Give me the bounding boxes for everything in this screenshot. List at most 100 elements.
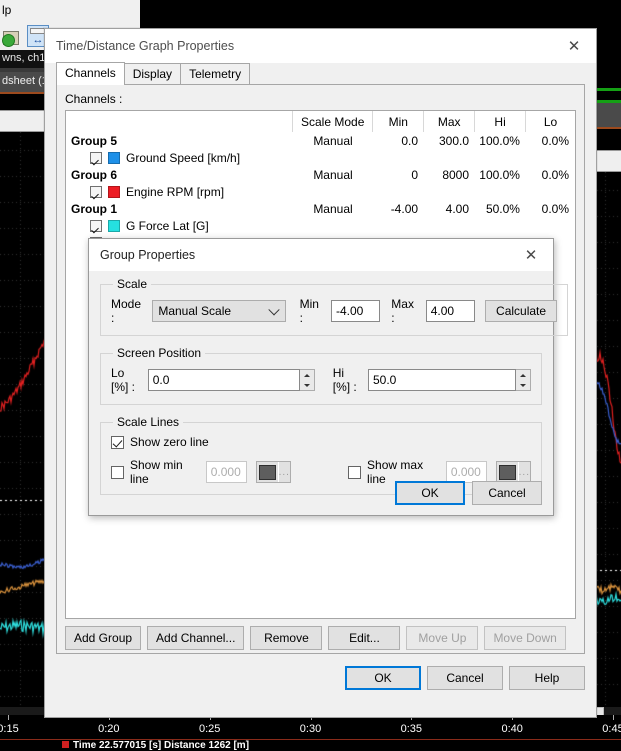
add-group-button[interactable]: Add Group	[65, 626, 142, 650]
table-row[interactable]: Group 1 Manual -4.00 4.00 50.0% 0.0%	[66, 200, 575, 217]
max-line-color-button[interactable]: ...	[495, 461, 531, 483]
min-line-value[interactable]: 0.000	[205, 461, 247, 483]
ok-button[interactable]: OK	[345, 666, 421, 690]
move-up-button: Move Up	[406, 626, 479, 650]
column-header-lo[interactable]: Lo	[526, 111, 575, 132]
column-header-min[interactable]: Min	[373, 111, 425, 132]
spinner-up-icon[interactable]	[300, 370, 314, 380]
tab-strip[interactable]: Channels Display Telemetry	[56, 62, 585, 85]
show-zero-line-row[interactable]: Show zero line	[111, 435, 531, 449]
channel-checkbox[interactable]	[90, 219, 102, 232]
lo-stepper[interactable]: 0.0	[147, 369, 315, 391]
remove-button[interactable]: Remove	[250, 626, 323, 650]
show-min-line-checkbox[interactable]	[111, 465, 124, 479]
group-max: 4.00	[445, 201, 470, 216]
min-line-color-swatch	[258, 464, 276, 480]
group-close-icon[interactable]: ✕	[509, 240, 553, 270]
group-cancel-button[interactable]: Cancel	[472, 481, 542, 505]
group-dialog-title: Group Properties	[100, 248, 196, 262]
group-dialog-title-bar[interactable]: Group Properties ✕	[89, 239, 553, 271]
dialog-title: Time/Distance Graph Properties	[56, 39, 235, 53]
group-name: Group 6	[71, 167, 118, 182]
time-axis-tick-mark	[8, 715, 9, 720]
max-input[interactable]: 4.00	[425, 300, 476, 322]
tab-channels[interactable]: Channels	[56, 62, 125, 85]
dialog-title-bar[interactable]: Time/Distance Graph Properties ✕	[45, 29, 596, 63]
background-sheet-label: dsheet (1	[2, 75, 48, 87]
lo-spinner[interactable]	[299, 369, 315, 391]
group-scale-mode: Manual	[313, 167, 353, 182]
group-max: 8000	[442, 167, 470, 182]
column-header-scale-mode[interactable]: Scale Mode	[293, 111, 374, 132]
list-item[interactable]: Ground Speed [km/h]	[66, 149, 575, 166]
group-dialog-buttons: OK Cancel	[395, 481, 542, 505]
max-label: Max :	[391, 297, 414, 325]
channel-name: Ground Speed [km/h]	[126, 150, 241, 165]
group-lo: 0.0%	[541, 167, 569, 182]
group-min: -4.00	[390, 201, 419, 216]
menu-bar[interactable]: lp	[0, 0, 140, 22]
group-name: Group 1	[71, 201, 118, 216]
group-min: 0	[411, 167, 419, 182]
group-scale-mode: Manual	[313, 133, 353, 148]
time-axis-tick-mark	[613, 715, 614, 720]
min-line-color-ellipsis: ...	[277, 462, 290, 482]
grid-action-buttons: Add Group Add Channel... Remove Edit... …	[65, 626, 576, 650]
min-input[interactable]: -4.00	[330, 300, 381, 322]
channel-color-swatch[interactable]	[108, 185, 120, 198]
close-icon[interactable]: ✕	[552, 31, 596, 61]
screen-position-group: Screen Position Lo [%] : 0.0 Hi [%] : 50…	[100, 346, 542, 405]
channel-checkbox[interactable]	[90, 151, 102, 164]
hi-label: Hi [%] :	[332, 366, 357, 394]
legend-color-swatch	[62, 741, 69, 748]
cancel-button[interactable]: Cancel	[427, 666, 503, 690]
show-zero-line-checkbox[interactable]	[111, 435, 124, 449]
max-line-value[interactable]: 0.000	[445, 461, 487, 483]
add-channel-button[interactable]: Add Channel...	[147, 626, 245, 650]
cursor-readout-text: Time 22.577015 [s] Distance 1262 [m]	[73, 740, 250, 751]
column-header-max[interactable]: Max	[424, 111, 476, 132]
grid-header-row: Scale Mode Min Max Hi Lo	[66, 111, 575, 132]
group-lo: 0.0%	[541, 133, 569, 148]
column-header-hi[interactable]: Hi	[475, 111, 527, 132]
calculate-button[interactable]: Calculate	[485, 300, 558, 322]
tab-telemetry[interactable]: Telemetry	[180, 63, 251, 85]
lo-input[interactable]: 0.0	[147, 369, 300, 391]
show-max-line-checkbox[interactable]	[348, 465, 362, 479]
tab-display[interactable]: Display	[123, 63, 182, 85]
edit-button[interactable]: Edit...	[328, 626, 401, 650]
group-hi: 100.0%	[479, 167, 520, 182]
group-hi: 50.0%	[485, 201, 520, 216]
mode-select[interactable]: Manual Scale	[152, 300, 286, 322]
time-axis-tick: 0:30	[299, 723, 322, 735]
min-line-color-button[interactable]: ...	[255, 461, 291, 483]
spinner-up-icon[interactable]	[516, 370, 530, 380]
help-button[interactable]: Help	[509, 666, 585, 690]
hi-input[interactable]: 50.0	[368, 369, 516, 391]
channel-color-swatch[interactable]	[108, 151, 120, 164]
hi-spinner[interactable]	[516, 369, 531, 391]
min-label: Min :	[299, 297, 319, 325]
table-row[interactable]: Group 5 Manual 0.0 300.0 100.0% 0.0%	[66, 132, 575, 149]
open-green-check-icon[interactable]	[2, 25, 24, 47]
group-ok-button[interactable]: OK	[395, 481, 465, 505]
column-header-name[interactable]	[66, 111, 294, 132]
list-item[interactable]: Engine RPM [rpm]	[66, 183, 575, 200]
lo-label: Lo [%] :	[111, 366, 136, 394]
time-axis-tick: 0:25	[198, 723, 221, 735]
table-row[interactable]: Group 6 Manual 0 8000 100.0% 0.0%	[66, 166, 575, 183]
spinner-down-icon[interactable]	[300, 380, 314, 390]
list-item[interactable]: G Force Lat [G]	[66, 217, 575, 234]
time-axis-tick: 0:20	[98, 723, 120, 735]
hi-stepper[interactable]: 50.0	[368, 369, 531, 391]
channel-color-swatch[interactable]	[108, 219, 120, 232]
spinner-down-icon[interactable]	[516, 380, 530, 390]
channel-checkbox[interactable]	[90, 185, 102, 198]
group-properties-dialog: Group Properties ✕ Scale Mode : Manual S…	[88, 238, 569, 516]
screen-position-row: Lo [%] : 0.0 Hi [%] : 50.0	[111, 366, 531, 394]
chevron-down-icon	[267, 304, 280, 316]
dialog-footer-buttons: OK Cancel Help	[56, 666, 585, 690]
max-line-color-ellipsis: ...	[517, 462, 530, 482]
time-axis-tick: 0:40	[501, 723, 523, 735]
show-zero-line-label: Show zero line	[130, 435, 209, 449]
